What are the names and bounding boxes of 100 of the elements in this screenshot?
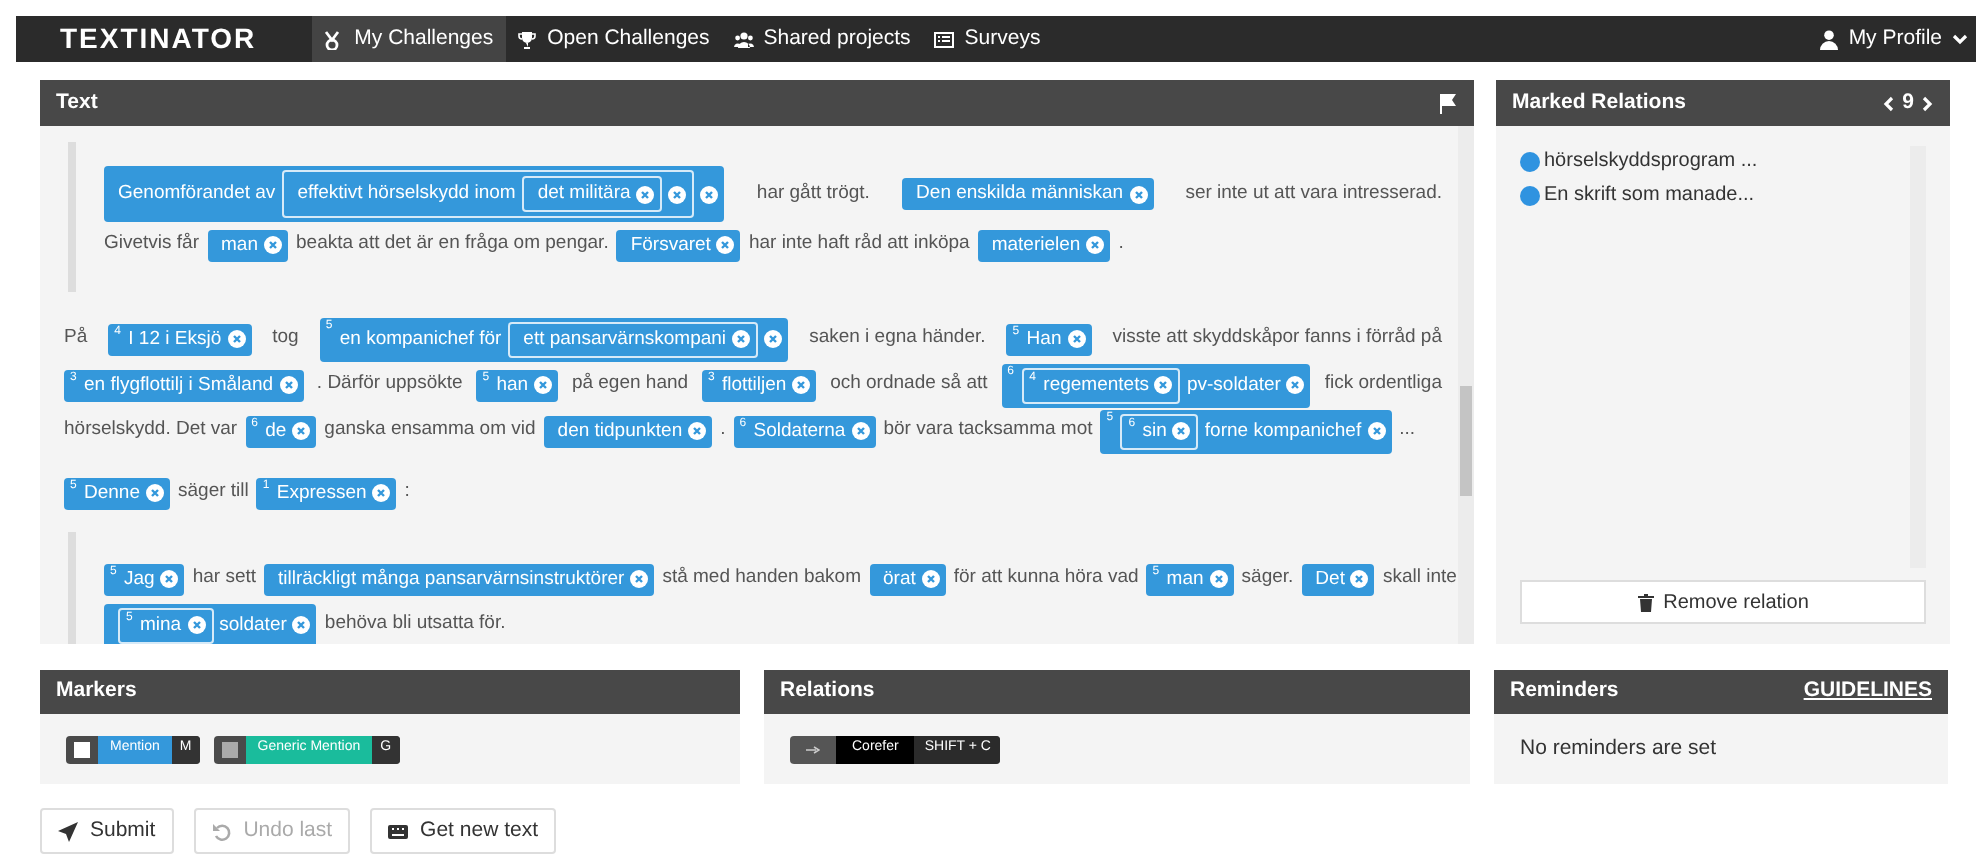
- mention-text: han: [496, 373, 529, 397]
- remove-icon[interactable]: [1350, 570, 1369, 588]
- body-text: . Därför uppsökte: [316, 370, 463, 399]
- remove-icon[interactable]: [1086, 236, 1105, 254]
- mention-text: regementets: [1043, 373, 1149, 397]
- undo-icon: [211, 821, 232, 841]
- marker-swatch[interactable]: [74, 741, 90, 757]
- body-text: hörselskydd. Det var: [64, 416, 238, 445]
- remove-icon[interactable]: [921, 570, 940, 588]
- remove-icon[interactable]: [372, 484, 391, 502]
- profile-menu[interactable]: My Profile: [1820, 16, 1976, 62]
- remove-icon[interactable]: [1154, 376, 1173, 394]
- remove-icon[interactable]: [1367, 422, 1386, 440]
- body-text: :: [404, 478, 410, 507]
- list-icon: [934, 29, 955, 49]
- submit-button[interactable]: Submit: [40, 808, 174, 854]
- mention-tag[interactable]: effektivt hörselskydd inom det militära: [281, 170, 695, 218]
- nav-tab[interactable]: Shared projects: [721, 16, 923, 62]
- remove-icon[interactable]: [716, 236, 735, 254]
- remove-relation-button[interactable]: Remove relation: [1520, 580, 1926, 624]
- mention-tag[interactable]: materielen: [977, 229, 1111, 261]
- mention-tag[interactable]: tillräckligt många pansarvärnsinstruktörer: [264, 563, 655, 595]
- mention-text: sin: [1142, 419, 1167, 443]
- remove-icon[interactable]: [764, 330, 783, 348]
- body-text: ganska ensamma om vid: [324, 416, 536, 445]
- nav-tab[interactable]: My Challenges: [312, 16, 506, 62]
- mention-text: effektivt hörselskydd inom: [297, 182, 516, 206]
- mention-tag[interactable]: Det: [1301, 563, 1375, 595]
- panel-title: Text: [56, 87, 98, 118]
- remove-icon[interactable]: [630, 570, 649, 588]
- mention-tag[interactable]: Den enskilda människan: [902, 178, 1154, 210]
- chevron-left-icon[interactable]: [1882, 95, 1895, 111]
- nav-tab[interactable]: Open Challenges: [505, 16, 722, 62]
- remove-icon[interactable]: [668, 185, 687, 203]
- body-text: säger.: [1241, 564, 1294, 593]
- mention-text: Jag: [124, 567, 155, 591]
- relation-item[interactable]: En skrift som manade...: [1544, 180, 1755, 210]
- remove-icon[interactable]: [1209, 570, 1228, 588]
- flag-icon[interactable]: [1438, 93, 1458, 113]
- body-text: fick ordentliga: [1324, 370, 1442, 399]
- body-text: bör vara tacksamma mot: [883, 416, 1093, 445]
- mention-text: Expressen: [276, 481, 367, 505]
- mention-text: den tidpunkten: [557, 419, 683, 443]
- mention-text: de: [265, 419, 287, 443]
- remove-icon[interactable]: [851, 422, 870, 440]
- mention-text: pv-soldater: [1186, 373, 1281, 397]
- scrollbar[interactable]: [1458, 126, 1474, 644]
- mention-text: Han: [1026, 327, 1062, 351]
- body-text: På: [64, 324, 88, 353]
- body-text: säger till: [178, 478, 249, 507]
- remove-icon[interactable]: [1286, 376, 1305, 394]
- mention-text: det militära: [537, 182, 631, 206]
- mention-text: I 12 i Eksjö: [128, 327, 222, 351]
- guidelines-link[interactable]: GUIDELINES: [1803, 676, 1932, 708]
- empty-message: No reminders are set: [1520, 733, 1717, 764]
- panel-title: Relations: [780, 676, 875, 707]
- remove-icon[interactable]: [160, 570, 179, 588]
- remove-icon[interactable]: [146, 484, 164, 502]
- remove-icon[interactable]: [227, 330, 246, 348]
- remove-icon[interactable]: [292, 422, 311, 440]
- mention-text: man: [1166, 567, 1204, 591]
- chevron-right-icon[interactable]: [1922, 95, 1934, 111]
- body-text: för att kunna höra vad: [953, 564, 1139, 593]
- body-text: har inte haft råd att inköpa: [748, 230, 970, 259]
- remove-icon[interactable]: [792, 376, 811, 394]
- remove-icon[interactable]: [636, 185, 655, 203]
- send-icon: [58, 821, 78, 841]
- mention-text: en flygflottilj i Småland: [84, 373, 274, 397]
- panel-title: Marked Relations: [1512, 87, 1686, 118]
- marker-swatch[interactable]: [221, 741, 238, 757]
- new-text-button[interactable]: Get new text: [370, 808, 556, 854]
- mention-tag[interactable]: Försvaret: [616, 229, 741, 261]
- nav-tab[interactable]: Surveys: [922, 16, 1053, 62]
- mention-tag[interactable]: Genomförandet av effektivt hörselskydd inom det militära: [104, 166, 725, 222]
- remove-icon[interactable]: [292, 616, 311, 634]
- remove-icon[interactable]: [700, 185, 719, 203]
- mention-text: flottiljen: [721, 373, 787, 397]
- remove-icon[interactable]: [187, 616, 206, 634]
- mention-tag[interactable]: ett pansarvärnskompani: [507, 321, 759, 357]
- mention-tag[interactable]: man: [207, 229, 288, 261]
- mention-text: örat: [883, 567, 916, 591]
- mention-text: man: [221, 233, 258, 257]
- remove-icon[interactable]: [1129, 185, 1148, 203]
- mention-text: forne kompanichef: [1204, 419, 1362, 443]
- mention-tag[interactable]: det militära: [521, 176, 663, 212]
- body-text: skall inte: [1382, 564, 1457, 593]
- panel-title: Markers: [56, 676, 137, 707]
- mention-tag[interactable]: den tidpunkten: [543, 415, 713, 447]
- mention-text: Soldaterna: [753, 419, 846, 443]
- remove-icon[interactable]: [279, 376, 298, 394]
- remove-icon[interactable]: [534, 376, 553, 394]
- remove-icon[interactable]: [264, 236, 282, 254]
- remove-icon[interactable]: [688, 422, 707, 440]
- relation-item[interactable]: hörselskyddsprogram ...: [1544, 146, 1758, 176]
- remove-icon[interactable]: [1172, 422, 1191, 440]
- remove-icon[interactable]: [732, 330, 751, 348]
- app-logo: TEXTINATOR: [58, 20, 259, 58]
- body-text: Givetvis får: [104, 230, 200, 259]
- mention-tag[interactable]: örat: [869, 563, 946, 595]
- remove-icon[interactable]: [1067, 330, 1086, 348]
